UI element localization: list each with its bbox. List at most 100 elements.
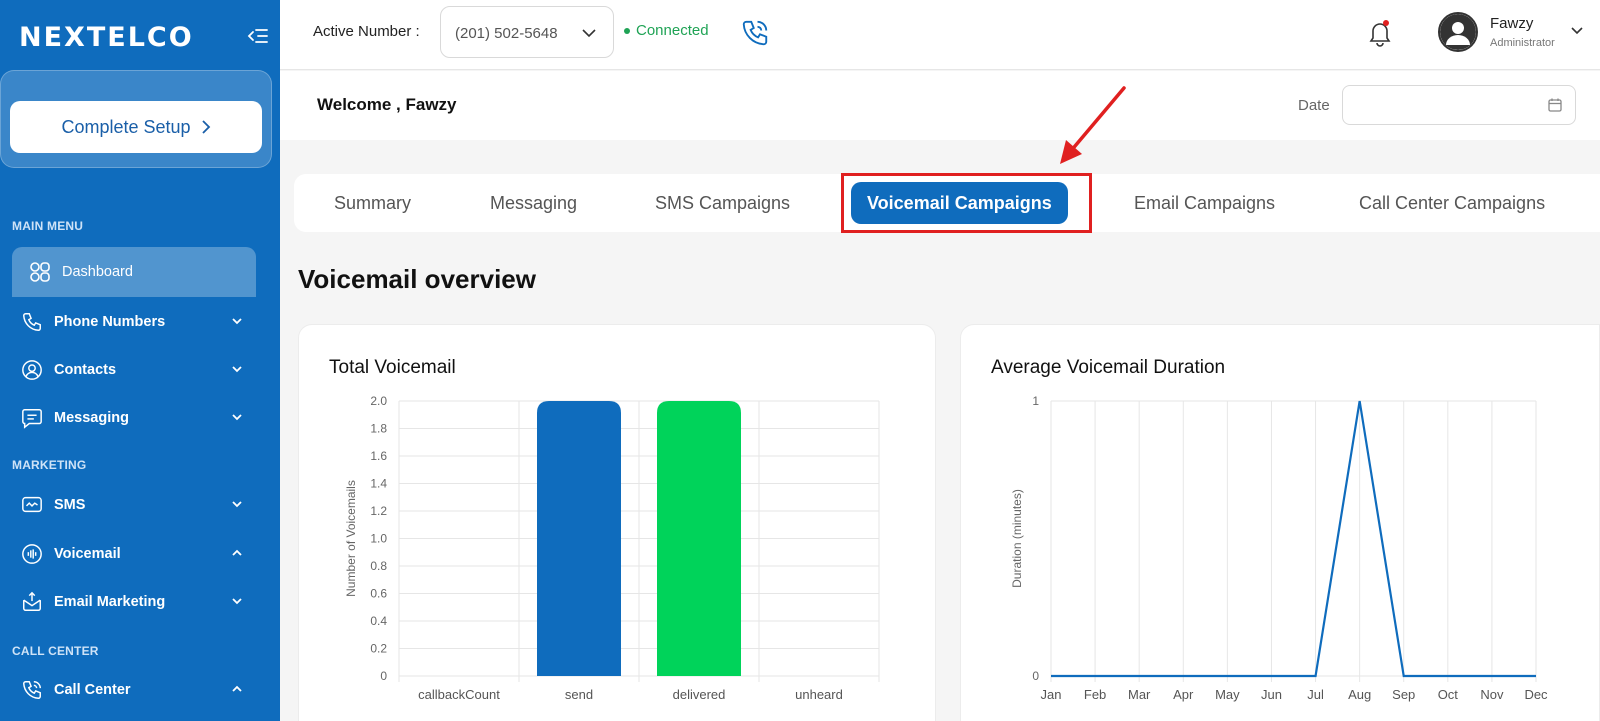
tab-email-campaigns[interactable]: Email Campaigns — [1134, 174, 1275, 232]
annotation-highlight-box — [841, 173, 1092, 233]
total-voicemail-card: Total Voicemail 0 0.2 0.4 0.6 0.8 1.0 1.2 1.4 1.… — [298, 324, 936, 721]
user-menu-chevron-icon[interactable] — [1570, 24, 1584, 43]
tab-sms-campaigns[interactable]: SMS Campaigns — [655, 174, 790, 232]
section-call-center: CALL CENTER — [12, 644, 99, 658]
chevron-down-icon — [232, 366, 242, 373]
complete-setup-label: Complete Setup — [61, 116, 191, 137]
chevron-down-icon — [232, 501, 242, 508]
chevron-up-icon — [232, 685, 242, 692]
status-dot-icon — [624, 27, 630, 34]
x-tick-label: Jun — [1261, 687, 1282, 702]
y-axis-label: Number of Voicemails — [344, 480, 358, 597]
y-tick-label: 0 — [380, 669, 387, 683]
section-main-menu: MAIN MENU — [12, 219, 84, 233]
sidebar-item-sms[interactable]: SMS — [12, 483, 256, 527]
x-tick-label: May — [1215, 687, 1240, 702]
y-tick-label: 2.0 — [370, 394, 387, 408]
y-tick-label: 0 — [1032, 669, 1039, 683]
user-avatar[interactable] — [1438, 12, 1478, 52]
active-number-select[interactable]: (201) 502-5648 — [440, 6, 614, 58]
date-picker-input[interactable] — [1342, 85, 1576, 125]
voicemail-icon — [20, 542, 44, 566]
sidebar-item-label: Email Marketing — [54, 594, 166, 610]
y-axis-label: Duration (minutes) — [1010, 489, 1024, 588]
sidebar-item-label: SMS — [54, 497, 86, 513]
total-voicemail-chart: 0 0.2 0.4 0.6 0.8 1.0 1.2 1.4 1.6 1.8 2.0 callbackC… — [344, 394, 880, 702]
brand-logo[interactable]: NEXTELCO — [19, 22, 194, 53]
x-tick-label: Apr — [1173, 687, 1194, 702]
x-tick-label: Jan — [1041, 687, 1062, 702]
welcome-text: Welcome , Fawzy — [317, 95, 457, 114]
y-tick-label: 0.2 — [370, 642, 387, 656]
overview-title: Voicemail overview — [298, 264, 536, 294]
sidebar-item-label: Contacts — [54, 362, 117, 378]
tab-summary[interactable]: Summary — [334, 174, 411, 232]
sidebar-item-label: Call Center — [54, 682, 131, 698]
chevron-right-icon — [201, 120, 210, 134]
chevron-up-icon — [232, 549, 242, 556]
connection-status: Connected — [624, 22, 709, 39]
sidebar-item-phone-numbers[interactable]: Phone Numbers — [12, 300, 256, 344]
y-tick-label: 1.6 — [370, 449, 387, 463]
bar — [657, 401, 741, 676]
x-tick-label: Aug — [1348, 687, 1371, 702]
x-tick-label: delivered — [673, 687, 726, 702]
call-center-icon — [20, 678, 44, 702]
sidebar-item-label: Voicemail — [54, 546, 121, 562]
chevron-down-icon — [232, 318, 242, 325]
complete-setup-button[interactable]: Complete Setup — [10, 101, 262, 153]
active-number-label: Active Number : — [313, 23, 420, 40]
x-tick-label: Oct — [1438, 687, 1459, 702]
sidebar: NEXTELCO Complete Setup MAIN MENU Dashbo… — [0, 0, 280, 721]
x-tick-label: Jul — [1307, 687, 1324, 702]
y-tick-label: 0.8 — [370, 559, 387, 573]
chevron-down-icon — [582, 29, 596, 38]
user-name: Fawzy — [1490, 15, 1534, 32]
x-tick-label: Sep — [1392, 687, 1415, 702]
sidebar-item-email-marketing[interactable]: Email Marketing — [12, 580, 256, 624]
y-tick-label: 1.8 — [370, 422, 387, 436]
bar — [537, 401, 621, 676]
tab-call-center-campaigns[interactable]: Call Center Campaigns — [1359, 174, 1545, 232]
sidebar-item-contacts[interactable]: Contacts — [12, 348, 256, 392]
average-duration-chart: 0 1 Jan Feb Mar Apr May Jun Jul Aug Sep Oct Nov Dec Du… — [1010, 394, 1548, 702]
date-label: Date — [1298, 97, 1330, 114]
message-icon — [20, 406, 44, 430]
y-tick-label: 0.4 — [370, 614, 387, 628]
top-bar: Active Number : (201) 502-5648 Connected… — [280, 0, 1600, 70]
calendar-icon[interactable] — [1547, 97, 1563, 113]
average-duration-card: Average Voicemail Duration 0 1 Jan Feb Mar Ap… — [960, 324, 1600, 721]
series-line — [1051, 400, 1536, 678]
email-marketing-icon — [20, 590, 44, 614]
sidebar-item-messaging[interactable]: Messaging — [12, 396, 256, 440]
chevron-down-icon — [232, 414, 242, 421]
sidebar-item-label: Messaging — [54, 410, 129, 426]
sidebar-item-label: Phone Numbers — [54, 314, 166, 330]
phone-icon — [20, 310, 44, 334]
x-tick-label: send — [565, 687, 593, 702]
annotation-arrow-icon — [1060, 86, 1126, 164]
notification-bell-icon[interactable] — [1366, 18, 1394, 48]
sms-icon — [20, 493, 44, 517]
sidebar-item-label: Dashboard — [62, 264, 133, 280]
sidebar-item-call-center[interactable]: Call Center — [12, 668, 256, 712]
collapse-sidebar-icon[interactable] — [246, 24, 270, 48]
chevron-down-icon — [232, 598, 242, 605]
y-tick-label: 1.4 — [370, 477, 387, 491]
y-tick-label: 1.0 — [370, 532, 387, 546]
sidebar-item-dashboard[interactable]: Dashboard — [12, 247, 256, 297]
welcome-bar: Welcome , Fawzy Date — [280, 71, 1600, 140]
active-number-value: (201) 502-5648 — [455, 25, 558, 42]
phone-dialer-icon[interactable] — [740, 18, 770, 48]
dashboard-grid-icon — [28, 260, 52, 284]
tab-messaging[interactable]: Messaging — [490, 174, 577, 232]
x-tick-label: callbackCount — [418, 687, 500, 702]
x-tick-label: Dec — [1524, 687, 1548, 702]
x-tick-label: unheard — [795, 687, 843, 702]
y-tick-label: 1 — [1032, 394, 1039, 408]
x-tick-label: Feb — [1084, 687, 1106, 702]
sidebar-item-voicemail[interactable]: Voicemail — [12, 532, 256, 576]
x-tick-label: Mar — [1128, 687, 1151, 702]
x-tick-label: Nov — [1480, 687, 1504, 702]
contacts-icon — [20, 358, 44, 382]
